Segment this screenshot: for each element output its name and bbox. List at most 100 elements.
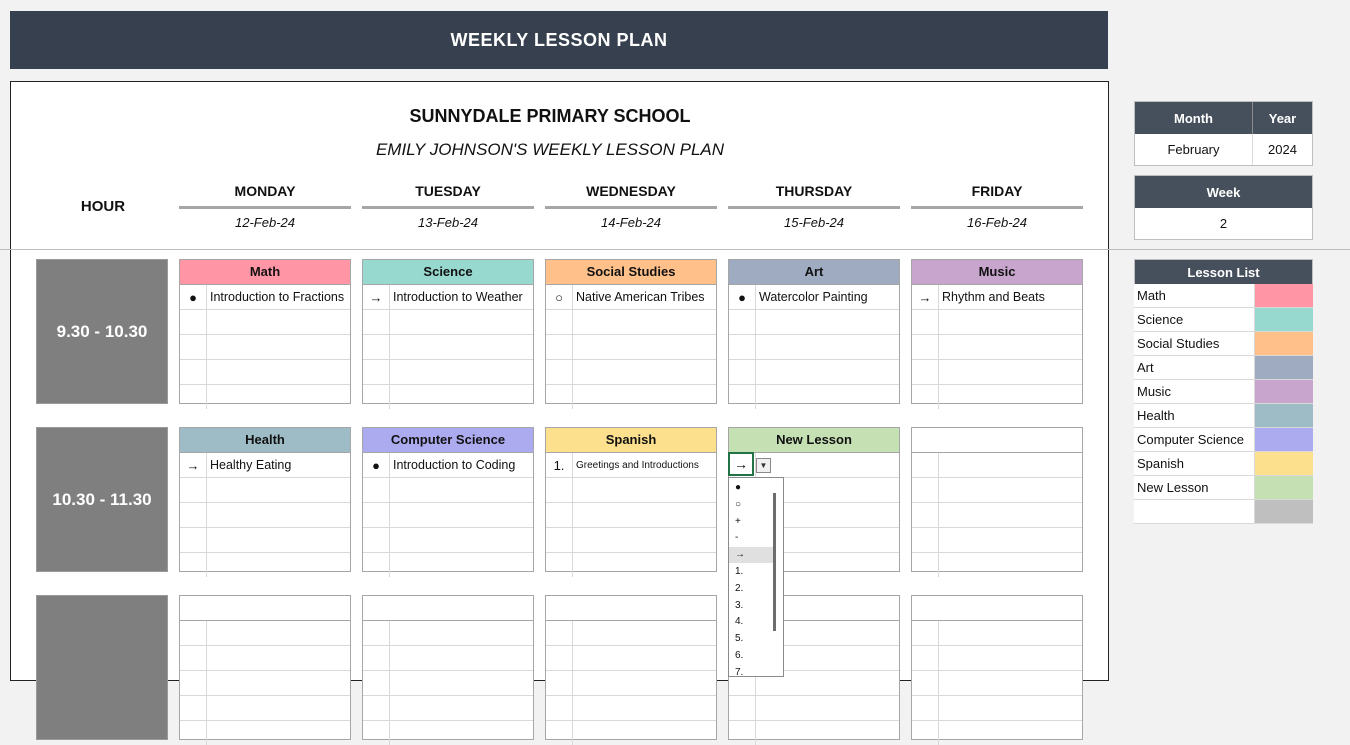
bullet-cell[interactable]: [363, 696, 390, 720]
lesson-topic-cell[interactable]: [939, 385, 1082, 409]
bullet-cell[interactable]: [546, 528, 573, 552]
lesson-topic-cell[interactable]: [756, 385, 899, 409]
bullet-cell[interactable]: 1.: [546, 453, 573, 477]
bullet-cell[interactable]: [180, 360, 207, 384]
lesson-topic-cell[interactable]: [207, 385, 350, 409]
lesson-topic-cell[interactable]: [939, 360, 1082, 384]
bullet-cell[interactable]: [912, 503, 939, 527]
lesson-topic-cell[interactable]: [939, 553, 1082, 577]
lesson-topic-cell[interactable]: [939, 646, 1082, 670]
lesson-topic-cell[interactable]: Introduction to Fractions: [207, 285, 350, 309]
bullet-cell[interactable]: [180, 528, 207, 552]
lesson-topic-cell[interactable]: Native American Tribes: [573, 285, 716, 309]
lesson-subject-header[interactable]: Spanish: [546, 428, 716, 453]
lesson-topic-cell[interactable]: [573, 721, 716, 745]
lesson-list-item[interactable]: Health: [1134, 404, 1313, 428]
lesson-subject-header[interactable]: Science: [363, 260, 533, 285]
lesson-topic-cell[interactable]: [390, 335, 533, 359]
lesson-subject-header[interactable]: Social Studies: [546, 260, 716, 285]
dropdown-option[interactable]: +: [735, 514, 741, 530]
bullet-cell[interactable]: ○: [546, 285, 573, 309]
lesson-topic-cell[interactable]: [756, 360, 899, 384]
lesson-topic-cell[interactable]: [756, 453, 899, 477]
bullet-cell[interactable]: [180, 646, 207, 670]
lesson-subject-header[interactable]: [363, 596, 533, 621]
dropdown-option[interactable]: 1.: [735, 564, 743, 580]
lesson-list-item[interactable]: New Lesson: [1134, 476, 1313, 500]
lesson-topic-cell[interactable]: Healthy Eating: [207, 453, 350, 477]
bullet-cell[interactable]: →: [180, 453, 207, 477]
bullet-cell[interactable]: [546, 478, 573, 502]
bullet-cell[interactable]: [180, 621, 207, 645]
lesson-topic-cell[interactable]: [756, 335, 899, 359]
bullet-cell[interactable]: [546, 721, 573, 745]
bullet-cell[interactable]: [546, 696, 573, 720]
lesson-subject-header[interactable]: Computer Science: [363, 428, 533, 453]
lesson-subject-header[interactable]: Health: [180, 428, 350, 453]
lesson-topic-cell[interactable]: [207, 721, 350, 745]
lesson-topic-cell[interactable]: [939, 310, 1082, 334]
lesson-topic-cell[interactable]: [207, 478, 350, 502]
lesson-topic-cell[interactable]: Greetings and Introductions: [573, 453, 716, 477]
bullet-cell[interactable]: [912, 385, 939, 409]
lesson-list-item[interactable]: Spanish: [1134, 452, 1313, 476]
lesson-topic-cell[interactable]: [207, 335, 350, 359]
bullet-cell[interactable]: →: [363, 285, 390, 309]
lesson-topic-cell[interactable]: [573, 621, 716, 645]
bullet-cell[interactable]: [912, 553, 939, 577]
bullet-cell[interactable]: ●: [180, 285, 207, 309]
lesson-topic-cell[interactable]: [573, 646, 716, 670]
dropdown-option[interactable]: ●: [735, 480, 741, 496]
bullet-cell[interactable]: [546, 360, 573, 384]
lesson-list-item[interactable]: Music: [1134, 380, 1313, 404]
lesson-topic-cell[interactable]: [756, 721, 899, 745]
lesson-topic-cell[interactable]: [573, 553, 716, 577]
dropdown-scrollbar[interactable]: [773, 493, 776, 631]
lesson-topic-cell[interactable]: [390, 385, 533, 409]
bullet-cell[interactable]: [363, 621, 390, 645]
lesson-topic-cell[interactable]: [207, 696, 350, 720]
bullet-cell[interactable]: [546, 503, 573, 527]
lesson-topic-cell[interactable]: [390, 696, 533, 720]
lesson-topic-cell[interactable]: [573, 696, 716, 720]
bullet-cell[interactable]: [912, 696, 939, 720]
bullet-cell[interactable]: [363, 503, 390, 527]
dropdown-option[interactable]: 4.: [735, 614, 743, 630]
lesson-topic-cell[interactable]: [573, 335, 716, 359]
bullet-cell[interactable]: [180, 335, 207, 359]
lesson-topic-cell[interactable]: [939, 621, 1082, 645]
bullet-cell[interactable]: [912, 528, 939, 552]
lesson-topic-cell[interactable]: [207, 360, 350, 384]
lesson-topic-cell[interactable]: [390, 528, 533, 552]
lesson-list-item[interactable]: [1134, 500, 1313, 524]
lesson-topic-cell[interactable]: [573, 360, 716, 384]
dropdown-option[interactable]: ○: [735, 497, 741, 513]
lesson-topic-cell[interactable]: [573, 385, 716, 409]
bullet-cell[interactable]: [729, 721, 756, 745]
lesson-subject-header[interactable]: [912, 428, 1082, 453]
lesson-topic-cell[interactable]: [207, 503, 350, 527]
bullet-cell[interactable]: [363, 646, 390, 670]
bullet-cell[interactable]: [912, 721, 939, 745]
lesson-topic-cell[interactable]: [939, 478, 1082, 502]
lesson-topic-cell[interactable]: [939, 335, 1082, 359]
lesson-topic-cell[interactable]: [390, 503, 533, 527]
dropdown-option[interactable]: 5.: [735, 631, 743, 647]
bullet-cell[interactable]: [363, 310, 390, 334]
bullet-cell[interactable]: [912, 621, 939, 645]
bullet-cell[interactable]: [912, 453, 939, 477]
bullet-cell[interactable]: [729, 360, 756, 384]
lesson-topic-cell[interactable]: [390, 721, 533, 745]
lesson-topic-cell[interactable]: [207, 310, 350, 334]
bullet-cell[interactable]: [546, 646, 573, 670]
lesson-topic-cell[interactable]: [207, 646, 350, 670]
lesson-subject-header[interactable]: [912, 596, 1082, 621]
bullet-cell[interactable]: [180, 553, 207, 577]
bullet-cell[interactable]: →: [912, 285, 939, 309]
bullet-cell[interactable]: [912, 478, 939, 502]
lesson-topic-cell[interactable]: [939, 503, 1082, 527]
bullet-cell[interactable]: [180, 478, 207, 502]
lesson-topic-cell[interactable]: [207, 553, 350, 577]
bullet-cell[interactable]: [729, 335, 756, 359]
lesson-topic-cell[interactable]: [390, 646, 533, 670]
